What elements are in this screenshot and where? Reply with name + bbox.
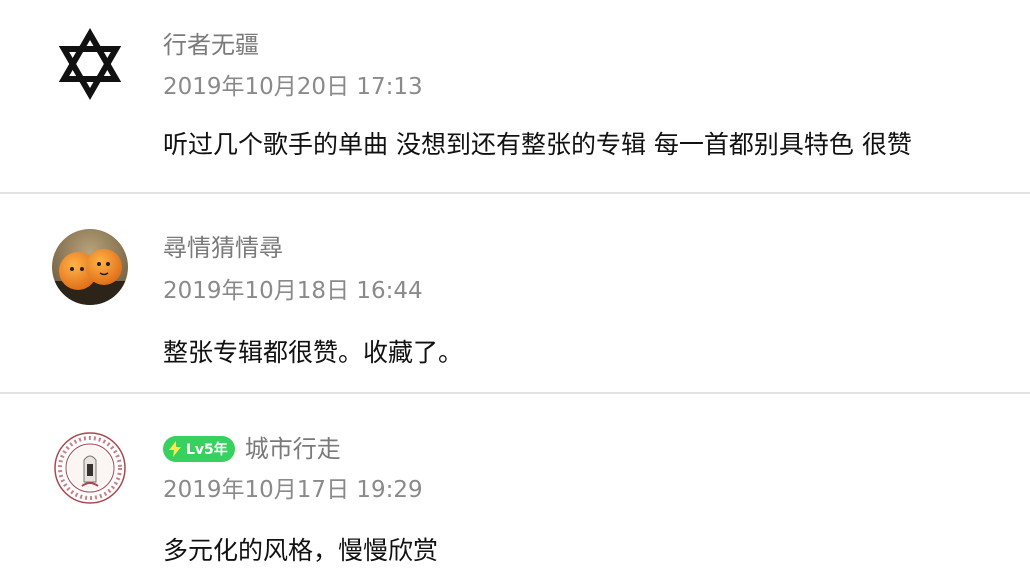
comment-list: 行者无疆 2019年10月20日 17:13 听过几个歌手的单曲 没想到还有整张… bbox=[0, 0, 1030, 586]
oranges-avatar-icon bbox=[52, 229, 128, 305]
username-row: 行者无疆 bbox=[163, 28, 259, 62]
level-badge: Lv5年 bbox=[163, 436, 235, 462]
username[interactable]: 行者无疆 bbox=[163, 28, 259, 62]
username-row: Lv5年 城市行走 bbox=[163, 432, 341, 466]
timestamp: 2019年10月18日 16:44 bbox=[163, 278, 423, 304]
comment-item: 尋情猜情尋 2019年10月18日 16:44 整张专辑都很赞。收藏了。 bbox=[0, 193, 1030, 393]
star-of-david-icon bbox=[52, 26, 128, 102]
comment-text: 整张专辑都很赞。收藏了。 bbox=[163, 338, 464, 367]
avatar[interactable] bbox=[52, 430, 128, 506]
comment-item: 行者无疆 2019年10月20日 17:13 听过几个歌手的单曲 没想到还有整张… bbox=[0, 0, 1030, 193]
seal-emblem-icon bbox=[52, 430, 128, 506]
level-badge-label: Lv5年 bbox=[186, 442, 228, 458]
lightning-icon bbox=[169, 441, 181, 457]
avatar[interactable] bbox=[52, 229, 128, 305]
avatar[interactable] bbox=[52, 26, 128, 102]
timestamp: 2019年10月20日 17:13 bbox=[163, 74, 423, 100]
timestamp: 2019年10月17日 19:29 bbox=[163, 477, 423, 503]
comment-text: 多元化的风格，慢慢欣赏 bbox=[163, 536, 439, 565]
username-row: 尋情猜情尋 bbox=[163, 231, 283, 265]
username[interactable]: 城市行走 bbox=[245, 432, 341, 466]
comment-text: 听过几个歌手的单曲 没想到还有整张的专辑 每一首都别具特色 很赞 bbox=[163, 130, 912, 159]
username[interactable]: 尋情猜情尋 bbox=[163, 231, 283, 265]
comment-item: Lv5年 城市行走 2019年10月17日 19:29 多元化的风格，慢慢欣赏 bbox=[0, 393, 1030, 586]
